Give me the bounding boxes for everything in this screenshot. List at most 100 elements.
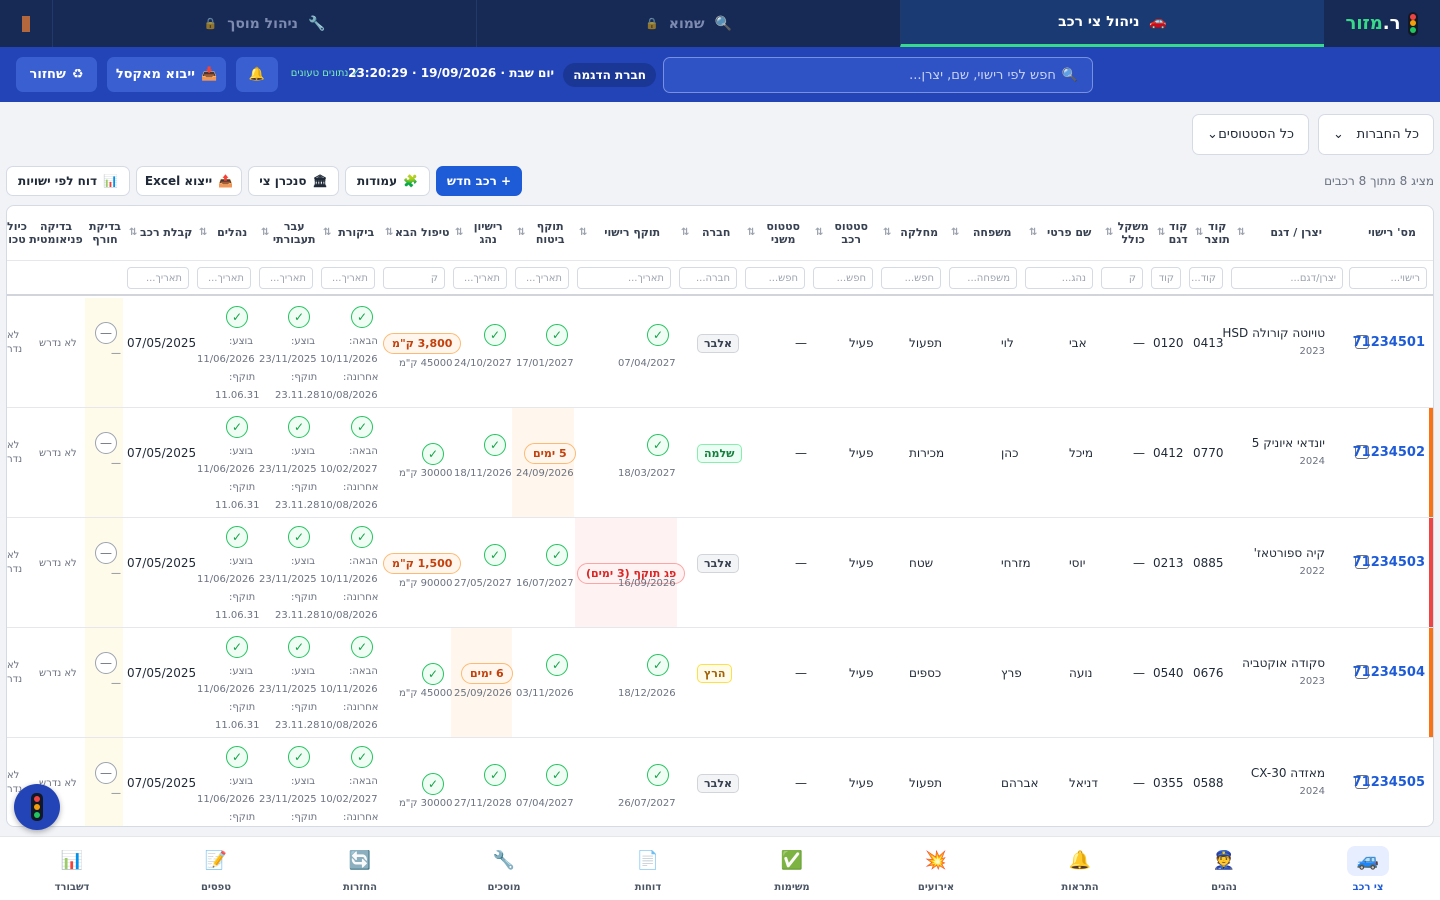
company-badge[interactable]: חברת הדגמה — [563, 63, 656, 87]
sidebar-toggle[interactable] — [0, 0, 52, 47]
winter-check-button[interactable]: — — [95, 542, 117, 564]
procedures-done-label: בוצע: — [229, 446, 254, 457]
filter-driver-license[interactable]: תאריך... — [453, 267, 507, 289]
tab-garage[interactable]: 🔧 ניהול מוסך 🔒 — [52, 0, 476, 47]
col-model[interactable]: יצרן / דגם ⇅ — [1235, 206, 1347, 260]
col-weight[interactable]: משקל כולל ⇅ — [1103, 206, 1153, 260]
filter-first-name[interactable]: נהג... — [1025, 267, 1093, 289]
winter-check-button[interactable]: — — [95, 762, 117, 784]
row-status-bar — [1429, 518, 1433, 627]
filter-insurance[interactable]: תאריך... — [515, 267, 569, 289]
filter-traffic[interactable]: תאריך... — [259, 267, 313, 289]
nav-forms[interactable]: 📝 טפסים — [144, 837, 288, 900]
new-vehicle-button[interactable]: + רכב חדש — [436, 166, 522, 196]
filter-procedures[interactable]: תאריך... — [197, 267, 251, 289]
plate-link[interactable]: 71234501 — [1353, 335, 1425, 350]
nav-returns[interactable]: 🔄 החזרות — [288, 837, 432, 900]
search-input[interactable]: 🔍 חפש לפי רישוי, שם, יצרן... — [663, 57, 1093, 93]
license-date: 18/12/2026 — [618, 688, 676, 699]
row-status-bar — [1429, 408, 1433, 517]
col-traffic[interactable]: עבר תעבורתי ⇅ — [259, 206, 319, 260]
status-filter-select[interactable]: כל הסטטוסים ⌄ — [1192, 114, 1309, 155]
filter-dept[interactable]: חפש... — [881, 267, 941, 289]
filter-status[interactable]: חפש... — [813, 267, 873, 289]
plate-link[interactable]: 71234505 — [1353, 775, 1425, 790]
insurance-date: 03/11/2026 — [516, 688, 574, 699]
tacho-status-2: נדר — [7, 674, 23, 685]
traffic-light-icon — [31, 793, 43, 821]
table-row[interactable]: 71234504 סקודה אוקטביה 2023 0676 0540 — נועה פר… — [7, 628, 1433, 738]
nav-dashboard[interactable]: 📊 דשבורד — [0, 837, 144, 900]
filter-prod-code[interactable]: קוד... — [1189, 267, 1223, 289]
columns-button[interactable]: 🧩 עמודות — [345, 166, 430, 196]
col-winter-check[interactable]: בדיקת חורף — [85, 206, 125, 260]
traffic-valid-label: תוקף: — [291, 482, 318, 493]
export-excel-button[interactable]: 📤 ייצוא Excel — [136, 166, 242, 196]
filter-receipt[interactable]: תאריך... — [127, 267, 189, 289]
weight: — — [1133, 446, 1145, 460]
col-receipt[interactable]: קבלת רכב ⇅ — [127, 206, 195, 260]
nav-fleet[interactable]: 🚙 צי רכב — [1296, 837, 1440, 900]
col-pneumatic[interactable]: בדיקה פניאומטית — [29, 206, 83, 260]
col-license[interactable]: תוקף רישוי ⇅ — [577, 206, 677, 260]
filter-model-code[interactable]: קוד — [1151, 267, 1181, 289]
service-km: 30000 ק"מ — [399, 798, 453, 809]
col-inspection[interactable]: ביקורת ⇅ — [321, 206, 381, 260]
col-insurance[interactable]: תוקף ביטוח ⇅ — [515, 206, 575, 260]
nav-drivers[interactable]: 👮 נהגים — [1152, 837, 1296, 900]
tab-shmua[interactable]: 🔍 שמוא 🔒 — [476, 0, 900, 47]
filter-next-service[interactable]: ק — [383, 267, 445, 289]
col-plate[interactable]: מס' רישוי — [1353, 206, 1431, 260]
winter-check-button[interactable]: — — [95, 432, 117, 454]
assistant-button[interactable] — [14, 784, 60, 830]
entity-report-button[interactable]: 📊 דוח לפי ישויות — [6, 166, 130, 196]
filter-license[interactable]: תאריך... — [577, 267, 671, 289]
col-status[interactable]: סטטוס רכב ⇅ — [813, 206, 879, 260]
winter-check-button[interactable]: — — [95, 652, 117, 674]
restore-button[interactable]: ♻ שחזור — [16, 57, 97, 92]
puzzle-icon: 🧩 — [403, 174, 419, 188]
plate-link[interactable]: 71234503 — [1353, 555, 1425, 570]
sub-status: — — [795, 336, 807, 350]
driver-license-ok-icon: ✓ — [484, 544, 506, 566]
col-tacho[interactable]: כיול טכו — [7, 206, 27, 260]
company-filter-select[interactable]: כל החברות ⌄ — [1318, 114, 1434, 155]
col-procedures[interactable]: נהלים ⇅ — [197, 206, 257, 260]
nav-alerts[interactable]: 🔔 התראות — [1008, 837, 1152, 900]
col-company[interactable]: חברה ⇅ — [679, 206, 743, 260]
plate-link[interactable]: 71234502 — [1353, 445, 1425, 460]
col-next-service[interactable]: טיפול הבא ⇅ — [383, 206, 451, 260]
col-first-name[interactable]: שם פרטי ⇅ — [1027, 206, 1101, 260]
table-row[interactable]: 71234503 קיה ספורטאז' 2022 0885 0213 — יוסי מזר… — [7, 518, 1433, 628]
filter-model[interactable]: יצרן/דגם... — [1231, 267, 1343, 289]
table-row[interactable]: 71234501 טויוטה קורולה HSD 2023 0413 0120 — אב… — [7, 298, 1433, 408]
tab-fleet[interactable]: 🚗 ניהול צי רכב — [900, 0, 1324, 47]
bank-icon: 🏛 — [312, 174, 328, 188]
department: תפעול — [909, 776, 942, 790]
filter-sub-status[interactable]: חפש... — [745, 267, 805, 289]
nav-events[interactable]: 💥 אירועים — [864, 837, 1008, 900]
insurance-ok-icon: ✓ — [546, 654, 568, 676]
sync-fleet-button[interactable]: 🏛 סנכרן צי — [248, 166, 339, 196]
nav-reports[interactable]: 📄 דוחות — [576, 837, 720, 900]
nav-garages[interactable]: 🔧 מוסכים — [432, 837, 576, 900]
filter-inspection[interactable]: תאריך... — [321, 267, 375, 289]
col-family[interactable]: משפחה ⇅ — [949, 206, 1025, 260]
winter-check-button[interactable]: — — [95, 322, 117, 344]
filter-company[interactable]: חברה... — [679, 267, 737, 289]
table-row[interactable]: 71234502 יונדאי איוניק 5 2024 0770 0412 — מיכל… — [7, 408, 1433, 518]
import-excel-button[interactable]: 📥 ייבוא מאקסל — [107, 57, 226, 92]
filter-family[interactable]: משפחה... — [949, 267, 1017, 289]
table-row[interactable]: 71234505 מאזדה CX-30 2024 0588 0355 — דניאל אבר… — [7, 738, 1433, 826]
col-prod-code[interactable]: קוד תוצר ⇅ — [1193, 206, 1231, 260]
inspection-ok-icon: ✓ — [351, 416, 373, 438]
col-driver-license[interactable]: רישיון נהג ⇅ — [453, 206, 513, 260]
filter-plate[interactable]: רישוי... — [1349, 267, 1427, 289]
col-dept[interactable]: מחלקה ⇅ — [881, 206, 947, 260]
col-model-code[interactable]: קוד דגם ⇅ — [1155, 206, 1191, 260]
notifications-button[interactable]: 🔔 — [236, 57, 278, 92]
col-sub-status[interactable]: סטטוס משני ⇅ — [745, 206, 811, 260]
plate-link[interactable]: 71234504 — [1353, 665, 1425, 680]
nav-tasks[interactable]: ✅ משימות — [720, 837, 864, 900]
filter-weight[interactable]: ק — [1101, 267, 1143, 289]
